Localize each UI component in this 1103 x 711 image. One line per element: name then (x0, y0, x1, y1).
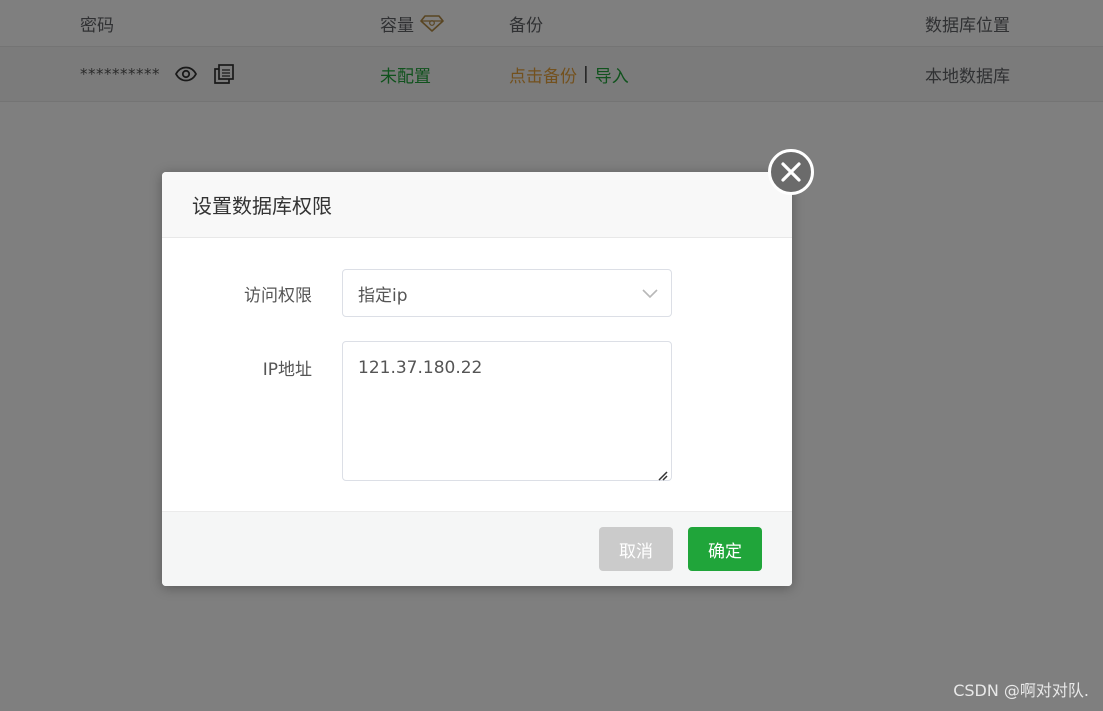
chevron-down-icon (641, 285, 659, 304)
resize-handle-icon[interactable] (656, 466, 668, 485)
access-row: 访问权限 指定ip (162, 269, 792, 317)
ip-row: IP地址 121.37.180.22 (162, 341, 792, 481)
access-label: 访问权限 (244, 286, 312, 306)
access-select-value: 指定ip (358, 285, 408, 306)
access-select[interactable]: 指定ip (342, 269, 672, 317)
dialog-header: 设置数据库权限 (162, 172, 792, 238)
close-icon[interactable] (768, 149, 814, 195)
cancel-button[interactable]: 取消 (599, 527, 673, 571)
permission-dialog: 设置数据库权限 访问权限 指定ip IP地址 121.37.180.22 取消 … (162, 172, 792, 586)
watermark: CSDN @啊对对队. (953, 681, 1089, 700)
dialog-title: 设置数据库权限 (192, 194, 332, 218)
confirm-button[interactable]: 确定 (688, 527, 762, 571)
ip-textarea[interactable]: 121.37.180.22 (342, 341, 672, 481)
ip-label: IP地址 (262, 360, 312, 380)
dialog-footer: 取消 确定 (162, 511, 792, 586)
page: 密码 容量 备份 数据库位置 ********** (0, 0, 1103, 711)
